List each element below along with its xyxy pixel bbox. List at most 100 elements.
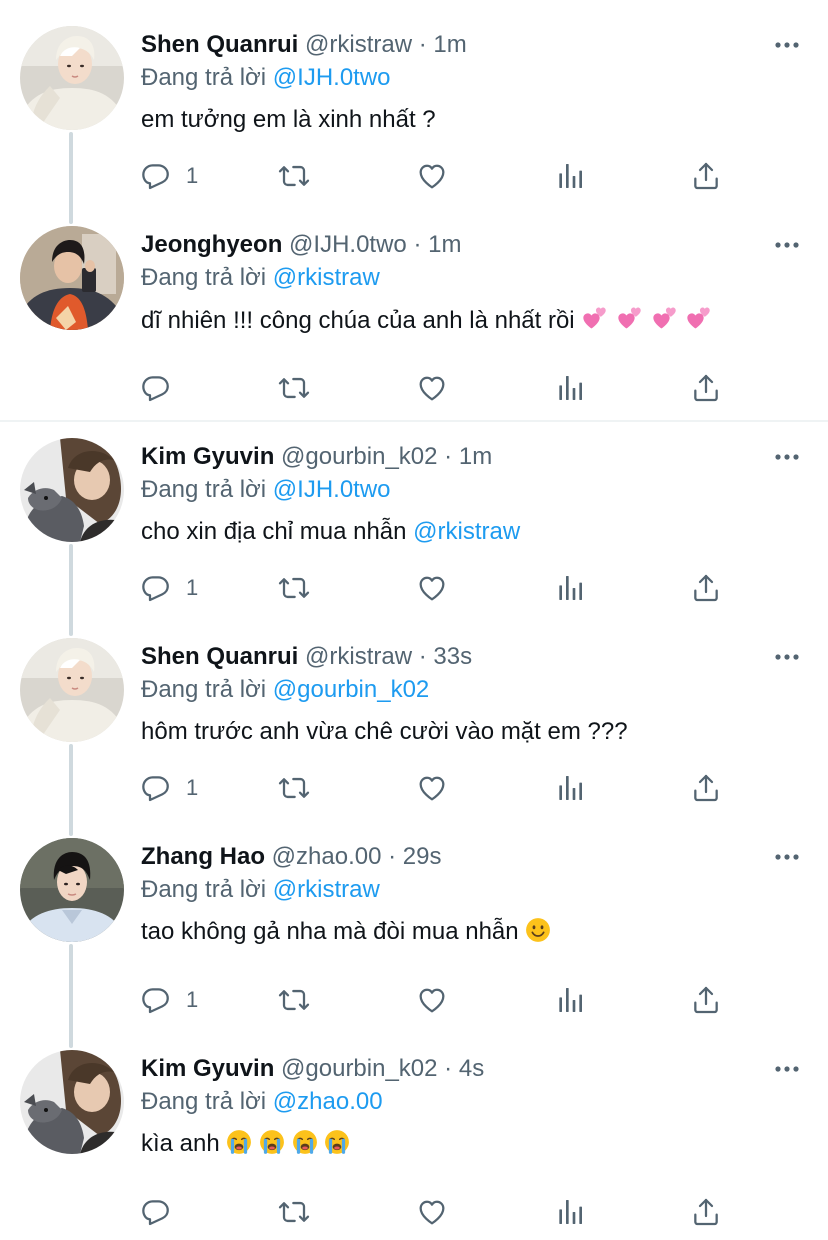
like-button[interactable] <box>416 370 448 406</box>
avatar[interactable] <box>20 26 124 130</box>
display-name[interactable]: Shen Quanrui <box>141 643 298 670</box>
user-handle[interactable]: @zhao.00 <box>272 843 382 870</box>
heart-icon <box>416 372 448 404</box>
inline-mention[interactable]: @rkistraw <box>413 518 520 545</box>
reply-count: 1 <box>186 163 199 188</box>
user-handle[interactable]: @gourbin_k02 <box>281 1055 437 1082</box>
like-button[interactable] <box>416 1194 448 1230</box>
tweet-text: kìa anh <box>141 1128 350 1160</box>
avatar[interactable] <box>20 838 124 942</box>
replying-to-mention[interactable]: @IJH.0two <box>273 476 391 503</box>
timestamp[interactable]: 29s <box>403 843 442 870</box>
replying-to-mention[interactable]: @rkistraw <box>273 876 380 903</box>
two-hearts-icon <box>685 304 713 332</box>
avatar[interactable] <box>20 638 124 742</box>
retweet-button[interactable] <box>278 770 310 806</box>
retweet-icon <box>278 1196 310 1228</box>
reply-button[interactable] <box>140 370 186 406</box>
avatar[interactable] <box>20 1050 124 1154</box>
retweet-button[interactable] <box>278 570 310 606</box>
share-button[interactable] <box>690 370 722 406</box>
more-options-icon[interactable] <box>772 842 802 872</box>
like-button[interactable] <box>416 770 448 806</box>
user-handle[interactable]: @rkistraw <box>305 643 412 670</box>
views-button[interactable] <box>554 1194 586 1230</box>
display-name[interactable]: Shen Quanrui <box>141 31 298 58</box>
share-icon <box>690 572 722 604</box>
timestamp[interactable]: 1m <box>433 31 466 58</box>
share-button[interactable] <box>690 770 722 806</box>
like-button[interactable] <box>416 158 448 194</box>
replying-to-mention[interactable]: @gourbin_k02 <box>273 676 429 703</box>
reply-button[interactable]: 1 <box>140 982 198 1018</box>
user-handle[interactable]: @IJH.0two <box>289 231 407 258</box>
tweet[interactable]: Kim Gyuvin @gourbin_k02 · 1m Đang trả lờ… <box>0 412 828 622</box>
views-button[interactable] <box>554 158 586 194</box>
reply-icon <box>140 572 172 604</box>
tweet[interactable]: Zhang Hao @zhao.00 · 29s Đang trả lời @r… <box>0 812 828 1032</box>
loudly-crying-icon <box>324 1129 350 1155</box>
reply-button[interactable]: 1 <box>140 158 198 194</box>
avatar[interactable] <box>20 226 124 330</box>
tweet-body: tao không gả nha mà đòi mua nhẫn <box>141 918 519 945</box>
display-name[interactable]: Kim Gyuvin <box>141 1055 274 1082</box>
like-button[interactable] <box>416 570 448 606</box>
timestamp[interactable]: 33s <box>433 643 472 670</box>
share-button[interactable] <box>690 158 722 194</box>
reply-count: 1 <box>186 987 199 1012</box>
retweet-button[interactable] <box>278 1194 310 1230</box>
two-hearts-icon <box>581 304 609 332</box>
reply-button[interactable]: 1 <box>140 570 198 606</box>
timestamp[interactable]: 4s <box>459 1055 484 1082</box>
tweet-text: em tưởng em là xinh nhất ? <box>141 104 436 136</box>
tweet-text: hôm trước anh vừa chê cười vào mặt em ??… <box>141 716 628 748</box>
replying-to: Đang trả lời @IJH.0two <box>141 63 391 93</box>
tweet-body: cho xin địa chỉ mua nhẫn <box>141 518 407 545</box>
share-icon <box>690 984 722 1016</box>
share-button[interactable] <box>690 1194 722 1230</box>
display-name[interactable]: Jeonghyeon <box>141 231 282 258</box>
tweet[interactable]: Shen Quanrui @rkistraw · 1m Đang trả lời… <box>0 0 828 210</box>
separator-dot: · <box>418 643 427 670</box>
replying-to-mention[interactable]: @rkistraw <box>273 264 380 291</box>
replying-to-mention[interactable]: @IJH.0two <box>273 64 391 91</box>
share-button[interactable] <box>690 570 722 606</box>
timestamp[interactable]: 1m <box>459 443 492 470</box>
tweet[interactable]: Jeonghyeon @IJH.0two · 1m Đang trả lời @… <box>0 200 828 420</box>
more-options-icon[interactable] <box>772 30 802 60</box>
display-name[interactable]: Kim Gyuvin <box>141 443 274 470</box>
loudly-crying-icon <box>292 1129 318 1155</box>
views-button[interactable] <box>554 770 586 806</box>
reply-button[interactable]: 1 <box>140 770 198 806</box>
more-options-icon[interactable] <box>772 230 802 260</box>
more-options-icon[interactable] <box>772 1054 802 1084</box>
share-button[interactable] <box>690 982 722 1018</box>
reply-count: 1 <box>186 775 199 800</box>
user-handle[interactable]: @gourbin_k02 <box>281 443 437 470</box>
separator-dot: · <box>444 443 453 470</box>
tweet[interactable]: Shen Quanrui @rkistraw · 33s Đang trả lờ… <box>0 612 828 822</box>
tweet-body: em tưởng em là xinh nhất ? <box>141 106 436 133</box>
tweet-text: dĩ nhiên !!! công chúa của anh là nhất r… <box>141 304 713 337</box>
timestamp[interactable]: 1m <box>428 231 461 258</box>
more-options-icon[interactable] <box>772 642 802 672</box>
retweet-button[interactable] <box>278 982 310 1018</box>
share-icon <box>690 372 722 404</box>
avatar[interactable] <box>20 438 124 542</box>
replying-to-mention[interactable]: @zhao.00 <box>273 1088 383 1115</box>
user-handle[interactable]: @rkistraw <box>305 31 412 58</box>
views-button[interactable] <box>554 570 586 606</box>
retweet-button[interactable] <box>278 370 310 406</box>
retweet-button[interactable] <box>278 158 310 194</box>
tweet[interactable]: Kim Gyuvin @gourbin_k02 · 4s Đang trả lờ… <box>0 1024 828 1240</box>
more-options-icon[interactable] <box>772 442 802 472</box>
display-name[interactable]: Zhang Hao <box>141 843 265 870</box>
like-button[interactable] <box>416 982 448 1018</box>
views-button[interactable] <box>554 370 586 406</box>
bar-chart-icon <box>554 984 586 1016</box>
reply-button[interactable] <box>140 1194 186 1230</box>
reply-icon <box>140 1196 172 1228</box>
retweet-icon <box>278 372 310 404</box>
views-button[interactable] <box>554 982 586 1018</box>
loudly-crying-icon <box>259 1129 285 1155</box>
